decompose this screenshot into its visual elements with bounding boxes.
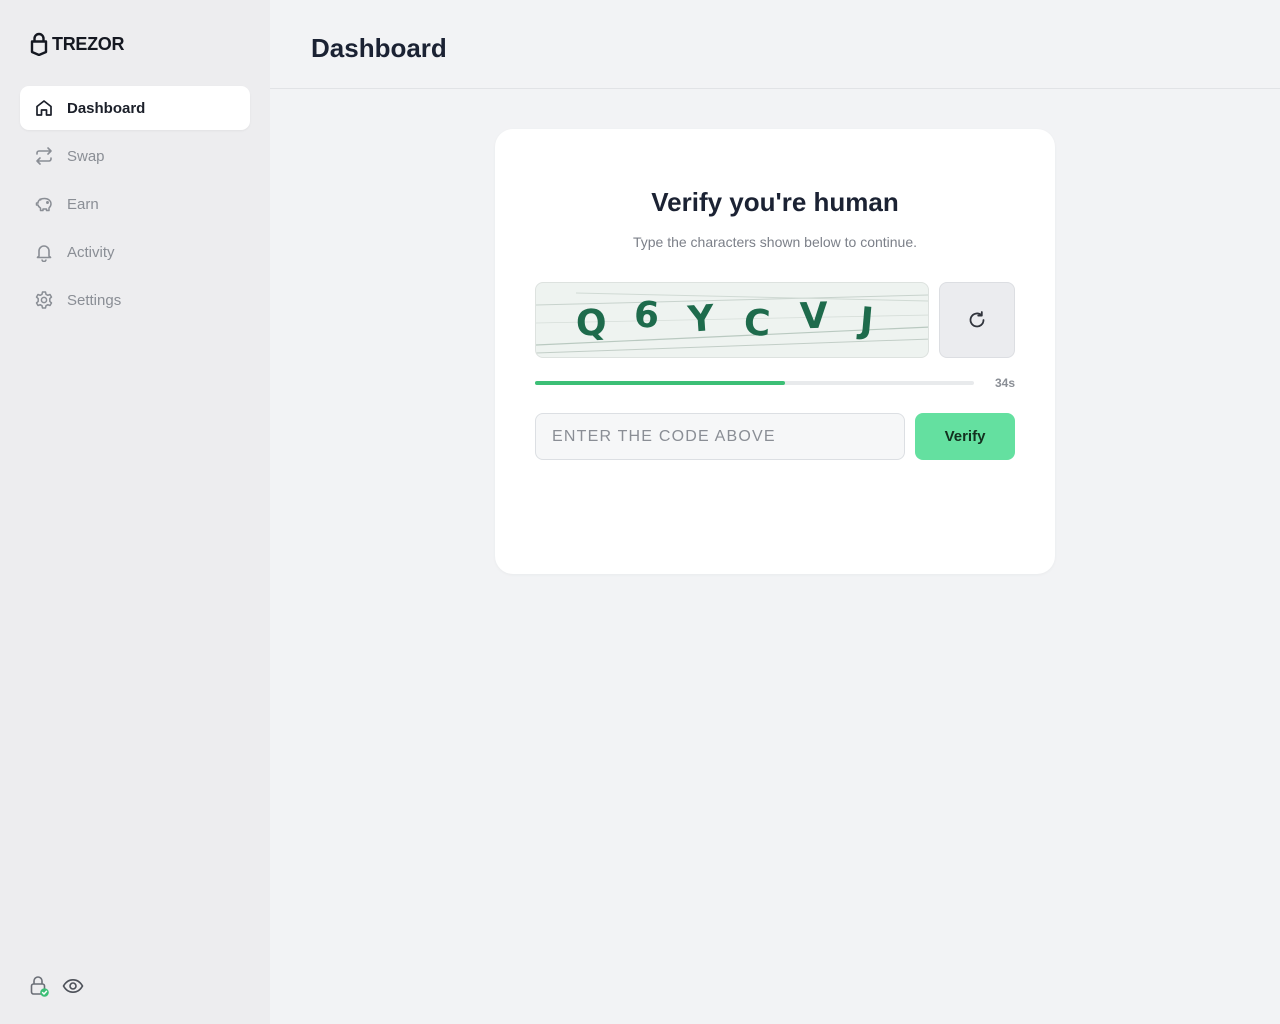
captcha-char: Y (686, 298, 717, 341)
captcha-char: J (855, 300, 875, 342)
sidebar-footer (28, 974, 84, 1003)
timer-progress-bar (535, 381, 974, 385)
captcha-char: Q (575, 302, 608, 345)
eye-icon[interactable] (62, 975, 84, 1002)
captcha-subtitle: Type the characters shown below to conti… (632, 234, 918, 250)
home-icon (36, 100, 52, 116)
captcha-card: Verify you're human Type the characters … (495, 129, 1055, 574)
trezor-lock-icon (30, 32, 48, 56)
sidebar-item-label: Dashboard (67, 99, 146, 117)
captcha-code-input[interactable] (535, 413, 905, 460)
refresh-captcha-button[interactable] (939, 282, 1015, 358)
captcha-char: C (743, 302, 772, 344)
main-header: Dashboard (270, 0, 1280, 89)
sidebar-item-swap[interactable]: Swap (20, 134, 250, 178)
captcha-char: V (799, 296, 828, 338)
sidebar-item-settings[interactable]: Settings (20, 278, 250, 322)
piggy-bank-icon (35, 197, 52, 212)
sidebar-item-label: Swap (67, 147, 105, 165)
sidebar-item-label: Settings (67, 291, 122, 309)
bell-icon (36, 245, 52, 262)
sidebar-item-label: Earn (67, 195, 99, 213)
sidebar-nav: Dashboard Swap Earn Activity Settings (20, 86, 250, 326)
captcha-char: 6 (633, 294, 661, 337)
refresh-icon (969, 311, 985, 328)
captcha-title: Verify you're human (651, 187, 899, 217)
sidebar-item-dashboard[interactable]: Dashboard (20, 86, 250, 130)
lock-verified-icon[interactable] (28, 974, 50, 1003)
page-title: Dashboard (311, 33, 447, 63)
sidebar-item-earn[interactable]: Earn (20, 182, 250, 226)
swap-arrows-icon (36, 147, 52, 165)
captcha-image: Q 6 Y C V J (535, 282, 929, 358)
timer-text: 34s (994, 376, 1015, 390)
verify-button[interactable]: Verify (915, 413, 1015, 460)
timer-progress-fill (535, 381, 786, 385)
sidebar-item-activity[interactable]: Activity (20, 230, 250, 274)
gear-icon (35, 291, 53, 309)
brand-name: TREZOR (52, 33, 125, 54)
sidebar: TREZOR Dashboard Swap Earn Activity Sett… (0, 0, 270, 1024)
trezor-logo[interactable]: TREZOR (30, 31, 125, 57)
sidebar-item-label: Activity (67, 243, 115, 261)
